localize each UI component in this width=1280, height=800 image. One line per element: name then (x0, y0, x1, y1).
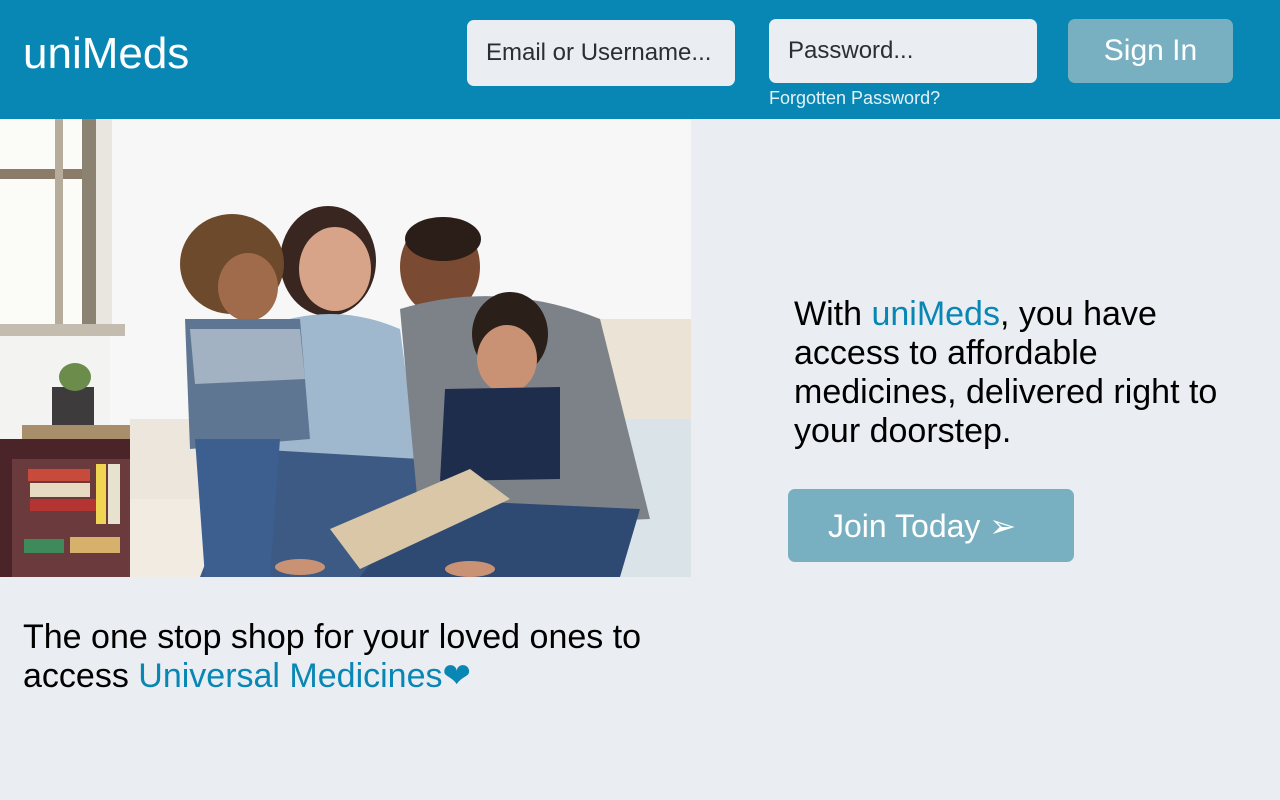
hero-illustration (0, 119, 691, 577)
password-input[interactable] (769, 19, 1037, 83)
heart-icon: ❤ (442, 657, 472, 695)
hero-family-photo (0, 119, 691, 577)
brand-logo-text[interactable]: uniMeds (23, 28, 189, 80)
value-proposition: With uniMeds, you have access to afforda… (794, 295, 1254, 451)
forgotten-password-link[interactable]: Forgotten Password? (769, 87, 940, 109)
tagline: The one stop shop for your loved ones to… (23, 618, 663, 696)
join-today-button[interactable]: Join Today ➢ (788, 489, 1074, 562)
top-bar: uniMeds Forgotten Password? Sign In (0, 0, 1280, 119)
pitch-prefix: With (794, 295, 872, 333)
pitch-brand: uniMeds (871, 295, 1000, 333)
tagline-accent: Universal Medicines (138, 657, 443, 695)
sign-in-button[interactable]: Sign In (1068, 19, 1233, 83)
email-input[interactable] (467, 20, 735, 86)
